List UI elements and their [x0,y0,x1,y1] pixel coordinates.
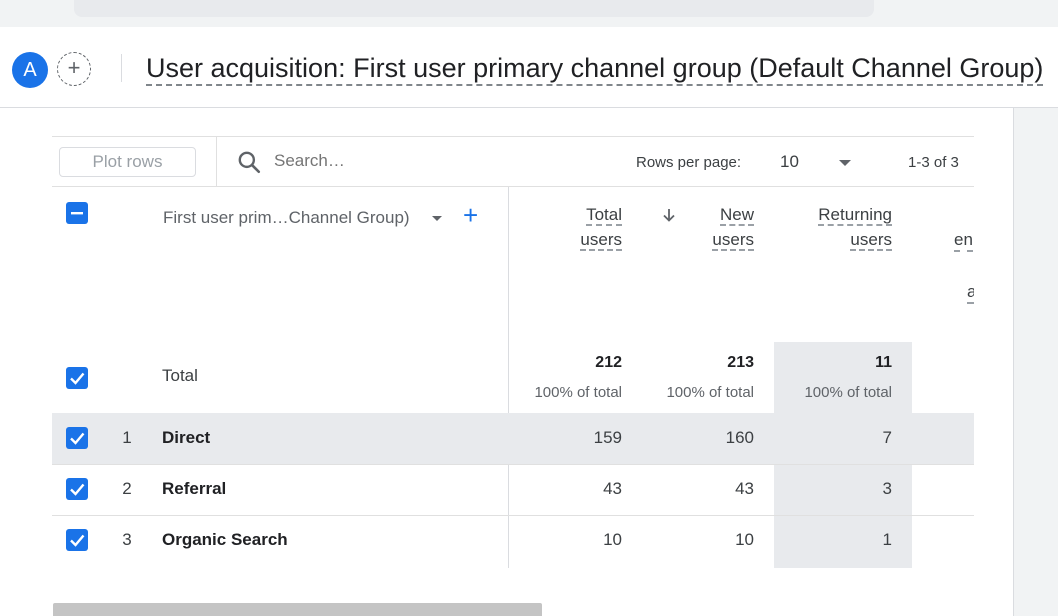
sort-descending-icon[interactable] [661,207,677,223]
metric-header-total-users[interactable]: Total users [560,202,622,252]
data-table: Plot rows Rows per page: 10 1-3 of 3 Fir… [52,136,974,568]
checkbox-checked-icon[interactable] [66,478,88,500]
header-divider [121,54,122,82]
metric-header-line: New [719,205,754,226]
search-input[interactable] [274,151,474,171]
row-index: 3 [122,530,132,549]
row-index: 1 [122,428,132,447]
metric-header-line: users [850,230,892,251]
cell-returning-users: 7 [882,428,892,447]
cell-total-users: 10 [603,530,622,549]
row-dimension-value: Referral [162,479,227,498]
cell-new-users: 43 [735,479,754,498]
metric-header-line: users [580,230,622,251]
cell-total-users: 43 [603,479,622,498]
table-row[interactable]: 1 Direct 159 160 7 [52,413,974,464]
row-dimension-value: Direct [162,428,211,447]
total-value: 11 [875,354,892,371]
metric-header-line: Total [586,205,622,226]
table-toolbar: Plot rows Rows per page: 10 1-3 of 3 [52,136,974,187]
caret-down-icon[interactable] [432,216,442,221]
checkbox-indeterminate-icon[interactable] [66,202,88,224]
row-index: 2 [122,479,132,498]
report-card: Plot rows Rows per page: 10 1-3 of 3 Fir… [0,108,1014,616]
dimension-header[interactable]: First user prim…Channel Group) [163,208,410,228]
cell-new-users: 160 [725,428,754,447]
toolbar-divider [216,137,217,187]
cell-returning-users: 3 [882,479,892,498]
checkbox-checked-icon[interactable] [66,529,88,551]
metric-header-returning-users[interactable]: Returning users [792,202,892,252]
table-row[interactable]: 2 Referral 43 43 3 [52,464,974,515]
search-icon[interactable] [236,149,262,175]
metric-header-line: Returning [818,205,892,226]
checkbox-checked-icon[interactable] [66,427,88,449]
totals-label: Total [162,366,198,385]
top-bar [0,0,1058,28]
cell-new-users: 10 [735,530,754,549]
metric-header-line: users [712,230,754,251]
rows-per-page-select[interactable]: 10 [780,152,799,172]
report-title[interactable]: User acquisition: First user primary cha… [146,52,1044,86]
rows-per-page-label: Rows per page: [636,154,742,171]
table-row[interactable]: 3 Organic Search 10 10 1 [52,515,974,566]
metric-header-new-users[interactable]: New users [692,202,754,252]
add-dimension-button[interactable]: + [463,202,478,228]
comparison-avatar[interactable]: A [12,52,48,88]
pagination-info: 1-3 of 3 [908,154,959,171]
horizontal-scrollbar[interactable] [53,603,542,616]
total-percent: 100% of total [666,384,754,401]
cell-returning-users: 1 [882,530,892,549]
metric-header-partial[interactable]: a [967,281,974,304]
total-value: 212 [595,354,622,371]
report-header: A + User acquisition: First user primary… [0,27,1058,108]
cell-total-users: 159 [593,428,622,447]
global-search-bar[interactable] [74,0,874,17]
caret-down-icon[interactable] [839,160,851,166]
checkbox-checked-icon[interactable] [66,367,88,389]
metric-header-partial[interactable]: en [954,229,973,252]
total-percent: 100% of total [534,384,622,401]
plot-rows-button[interactable]: Plot rows [59,147,196,177]
add-comparison-button[interactable]: + [57,52,91,86]
total-value: 213 [727,354,754,371]
row-dimension-value: Organic Search [162,530,288,549]
total-percent: 100% of total [804,384,892,401]
